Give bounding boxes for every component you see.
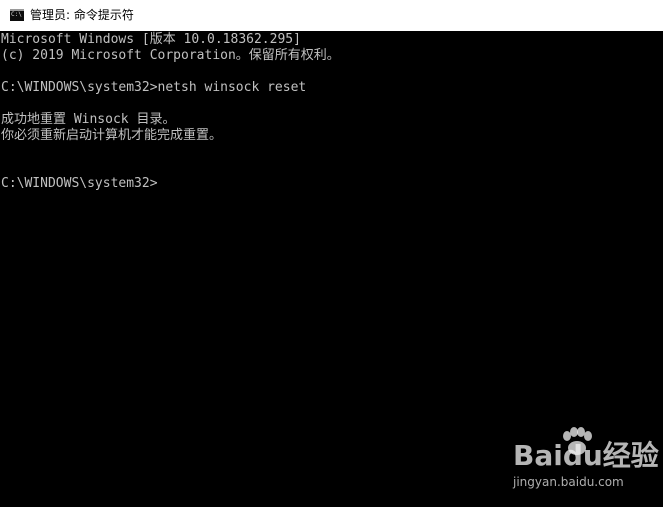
- console-line: Microsoft Windows [版本 10.0.18362.295]: [1, 32, 301, 47]
- cmd-icon: C:\: [10, 9, 24, 21]
- window-title: 管理员: 命令提示符: [30, 8, 134, 22]
- command-prompt-window: C:\ 管理员: 命令提示符 Microsoft Windows [版本 10.…: [0, 0, 663, 507]
- watermark-url: jingyan.baidu.com: [513, 475, 624, 489]
- console-line: 你必须重新启动计算机才能完成重置。: [1, 128, 223, 143]
- console-line: (c) 2019 Microsoft Corporation。保留所有权利。: [1, 48, 340, 63]
- input-cursor-area[interactable]: [160, 176, 168, 192]
- watermark-brand: Baidu经验: [513, 439, 659, 472]
- console-line: C:\WINDOWS\system32>netsh winsock reset: [1, 80, 307, 95]
- title-bar[interactable]: C:\ 管理员: 命令提示符: [0, 0, 663, 31]
- baidu-watermark: Baidu经验 jingyan.baidu.com: [513, 427, 659, 493]
- console-line: 成功地重置 Winsock 目录。: [1, 112, 176, 127]
- command-prompt-line[interactable]: C:\WINDOWS\system32>: [1, 176, 158, 192]
